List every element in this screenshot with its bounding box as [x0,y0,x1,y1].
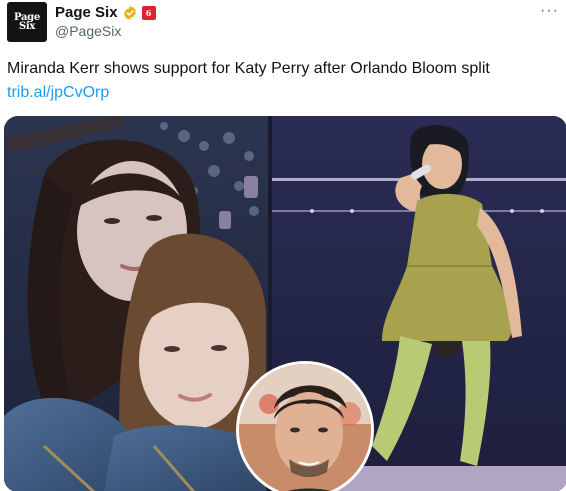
display-name[interactable]: Page Six [55,4,118,21]
tweet-media[interactable] [4,116,566,491]
more-options-icon[interactable]: ··· [540,2,559,20]
avatar[interactable]: Page Six [7,2,47,42]
tweet-link[interactable]: trib.al/jpCvOrp [7,82,109,104]
tweet-header: Page Six Page Six 6 @PageSix ··· [7,2,559,42]
handle[interactable]: @PageSix [55,23,121,39]
inset-portrait-image [239,364,371,491]
tweet-text: Miranda Kerr shows support for Katy Perr… [7,60,490,77]
affiliate-badge-text: 6 [145,7,152,18]
name-row: Page Six 6 [55,4,156,21]
selfie-image [4,116,268,491]
avatar-text-line2: Six [18,21,36,32]
inset-portrait[interactable] [236,361,374,491]
selfie-photo[interactable] [4,116,268,491]
verified-badge-icon [123,5,136,20]
affiliate-badge-icon: 6 [141,5,156,20]
